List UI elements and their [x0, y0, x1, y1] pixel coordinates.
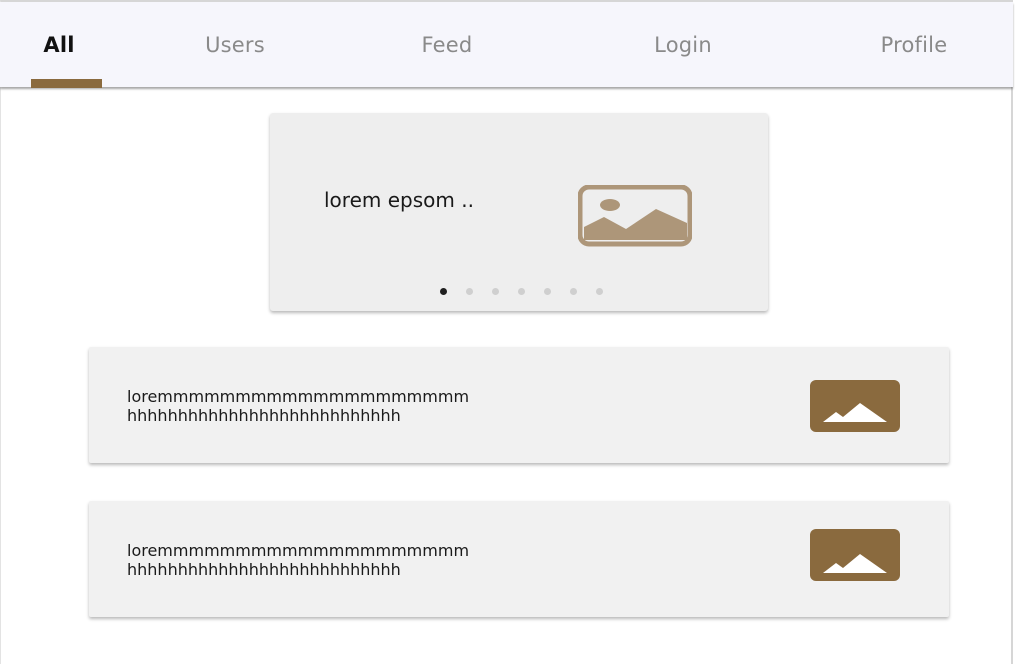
- card-text: loremmmmmmmmmmmmmmmmmmmm hhhhhhhhhhhhhhh…: [127, 541, 469, 579]
- tab-users[interactable]: Users: [185, 2, 285, 87]
- pagination-dot[interactable]: [440, 288, 447, 295]
- list-card[interactable]: loremmmmmmmmmmmmmmmmmmmm hhhhhhhhhhhhhhh…: [89, 501, 949, 617]
- tab-label: Feed: [421, 32, 473, 57]
- card-line: hhhhhhhhhhhhhhhhhhhhhhhhhhh: [127, 560, 401, 579]
- image-icon: [810, 529, 900, 581]
- list-card[interactable]: loremmmmmmmmmmmmmmmmmmmm hhhhhhhhhhhhhhh…: [89, 347, 949, 463]
- pagination-dot[interactable]: [492, 288, 499, 295]
- tab-label: Users: [205, 32, 265, 57]
- carousel-pagination: [440, 288, 622, 296]
- image-icon: [810, 380, 900, 432]
- card-text: loremmmmmmmmmmmmmmmmmmmm hhhhhhhhhhhhhhh…: [127, 387, 469, 425]
- carousel[interactable]: lorem epsom ..: [270, 113, 768, 311]
- pagination-dot[interactable]: [518, 288, 525, 295]
- tab-feed[interactable]: Feed: [397, 2, 497, 87]
- tab-profile[interactable]: Profile: [859, 2, 969, 87]
- card-line: loremmmmmmmmmmmmmmmmmmmm: [127, 387, 470, 406]
- card-line: hhhhhhhhhhhhhhhhhhhhhhhhhhh: [127, 406, 401, 425]
- tab-all[interactable]: All: [20, 2, 98, 87]
- pagination-dot[interactable]: [544, 288, 551, 295]
- carousel-caption: lorem epsom ..: [324, 188, 474, 212]
- card-line: loremmmmmmmmmmmmmmmmmmmm: [127, 541, 470, 560]
- pagination-dot[interactable]: [570, 288, 577, 295]
- tab-login[interactable]: Login: [633, 2, 733, 87]
- active-tab-indicator: [31, 79, 102, 88]
- image-icon: [578, 185, 692, 247]
- tab-label: Login: [654, 32, 712, 57]
- tab-label: All: [43, 32, 75, 57]
- tab-label: Profile: [880, 32, 948, 57]
- pagination-dot[interactable]: [596, 288, 603, 295]
- tab-bar: All Users Feed Login Profile: [0, 2, 1013, 88]
- pagination-dot[interactable]: [466, 288, 473, 295]
